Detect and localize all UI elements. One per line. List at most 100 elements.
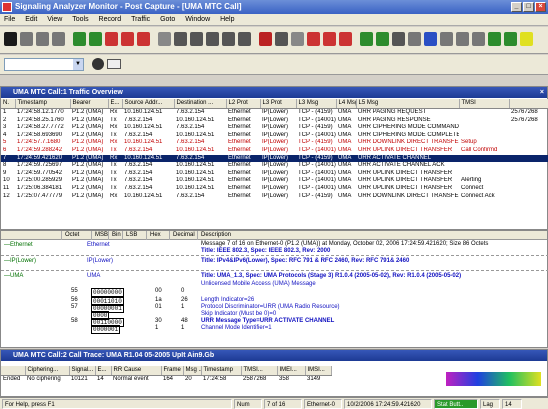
gear-icon[interactable]: [20, 32, 33, 46]
menu-record[interactable]: Record: [95, 14, 126, 26]
col-header[interactable]: Bearer: [70, 99, 109, 109]
help-icon[interactable]: [520, 32, 533, 46]
table-row[interactable]: 6 17:24:59.288242 P1.2 (UMA) Tx 7.63.2.154 10…: [1, 147, 548, 155]
play-icon[interactable]: [488, 32, 501, 46]
col-header[interactable]: L2 Prot: [226, 99, 261, 109]
table-row[interactable]: 7 17:24:59.421620 P1.2 (UMA) Rx 10.160.124.5…: [1, 154, 548, 163]
tab-description[interactable]: Description: [197, 231, 234, 240]
paste-icon[interactable]: [222, 32, 235, 46]
printer-icon[interactable]: [392, 32, 405, 46]
table-row[interactable]: 8 17:24:59.725697 P1.2 (UMA) Tx 7.63.2.154 10…: [1, 162, 548, 170]
col-header[interactable]: E...: [95, 366, 112, 376]
save-icon[interactable]: [174, 32, 187, 46]
bug-icon[interactable]: [472, 32, 485, 46]
col-header[interactable]: Msg ...: [183, 366, 202, 376]
tile-icon[interactable]: [456, 32, 469, 46]
car-icon[interactable]: [121, 32, 134, 46]
windows-icon[interactable]: [424, 32, 437, 46]
copy-icon[interactable]: [206, 32, 219, 46]
col-header[interactable]: Signal...: [69, 366, 96, 376]
status-lag-value: 14: [502, 399, 522, 409]
tree-ip[interactable]: —IP(Lower): [4, 258, 36, 265]
tree-uma[interactable]: —UMA: [4, 273, 23, 280]
field-bits: 0000001: [91, 325, 121, 334]
table-cell: Rx: [110, 139, 118, 146]
col-header[interactable]: L5 Msg: [356, 99, 460, 109]
close-button[interactable]: ×: [535, 2, 546, 12]
car-icon[interactable]: [137, 32, 150, 46]
car-icon[interactable]: [105, 32, 118, 46]
col-header[interactable]: [1, 366, 26, 376]
col-header[interactable]: Frame ...: [161, 366, 184, 376]
col-header[interactable]: IMEI...: [277, 366, 306, 376]
table-cell: Ethernet: [228, 169, 251, 176]
calendar-icon[interactable]: [307, 32, 320, 46]
col-header[interactable]: Source Addr...: [122, 99, 175, 109]
phone-icon[interactable]: [360, 32, 373, 46]
panel-close-icon[interactable]: ×: [540, 87, 544, 98]
camera-icon[interactable]: [107, 59, 121, 69]
cut-icon[interactable]: [190, 32, 203, 46]
col-header[interactable]: L3 Prot: [260, 99, 297, 109]
binoculars-icon[interactable]: [73, 32, 86, 46]
bar-chart-icon[interactable]: [291, 32, 304, 46]
table-row[interactable]: 9 17:24:59.770542 P1.2 (UMA) Tx 7.63.2.154 10…: [1, 170, 548, 178]
chevron-down-icon[interactable]: ▼: [73, 59, 83, 70]
menu-edit[interactable]: Edit: [21, 14, 41, 26]
stop-icon[interactable]: [323, 32, 336, 46]
maximize-button[interactable]: □: [523, 2, 534, 12]
tape-icon[interactable]: [408, 32, 421, 46]
table-cell: Tx: [110, 131, 117, 138]
phone-icon[interactable]: [339, 32, 352, 46]
tab-decimal[interactable]: Decimal: [169, 231, 198, 240]
chart-icon[interactable]: [440, 32, 453, 46]
col-header[interactable]: L4 Msg: [336, 99, 357, 109]
menu-tools[interactable]: Tools: [68, 14, 92, 26]
col-header[interactable]: E...: [108, 99, 123, 109]
network-icon[interactable]: [376, 32, 389, 46]
menu-help[interactable]: Help: [216, 14, 238, 26]
print-icon[interactable]: [275, 32, 288, 46]
col-header[interactable]: RR Cause: [111, 366, 162, 376]
col-header[interactable]: Destination ...: [174, 99, 227, 109]
find-icon[interactable]: [259, 32, 272, 46]
table-row[interactable]: 4 17:24:58.693690 P1.2 (UMA) Tx 7.63.2.154 10…: [1, 132, 548, 140]
filter-combo[interactable]: ▼: [4, 58, 84, 71]
col-header[interactable]: IMSI...: [305, 366, 332, 376]
table-cell: P1.2 (UMA): [72, 109, 104, 115]
tab-hex[interactable]: Hex: [146, 231, 164, 240]
exit-icon[interactable]: [504, 32, 517, 46]
table-row[interactable]: 2 17:24:58.25.1760 P1.2 (UMA) Tx 7.63.2.154 1…: [1, 117, 548, 125]
folder-icon[interactable]: [158, 32, 171, 46]
tab-octet[interactable]: Octet: [61, 231, 82, 240]
menu-file[interactable]: File: [0, 14, 19, 26]
stat-button[interactable]: Stat Butt..: [434, 399, 478, 409]
minimize-button[interactable]: _: [511, 2, 522, 12]
col-header[interactable]: TMSI: [459, 99, 510, 109]
col-header[interactable]: TMSI...: [241, 366, 278, 376]
settings-icon[interactable]: [36, 32, 49, 46]
col-header[interactable]: N.: [1, 99, 16, 109]
col-header[interactable]: Timestamp: [15, 99, 71, 109]
tab-lsb[interactable]: LSB: [122, 231, 140, 240]
table-row[interactable]: Ended No ciphering 10121 14 Normal event 164 2…: [1, 376, 331, 384]
menu-traffic[interactable]: Traffic: [127, 14, 154, 26]
col-header[interactable]: L3 Msg: [296, 99, 337, 109]
record-icon[interactable]: [4, 32, 17, 46]
tree-ethernet[interactable]: —Ethernet: [4, 242, 33, 249]
table-row[interactable]: 5 17:24:57.7.1680 P1.2 (UMA) Rx 10.160.124.5…: [1, 139, 548, 147]
menu-goto[interactable]: Goto: [156, 14, 179, 26]
col-header[interactable]: Ciphering...: [25, 366, 70, 376]
table-row[interactable]: 10 17:25:00.285929 P1.2 (UMA) Tx 7.63.2.154 1…: [1, 177, 548, 185]
table-row[interactable]: 1 17:24:58.12.1770 P1.2 (UMA) Rx 10.160.124.…: [1, 109, 548, 117]
filter-icon[interactable]: [52, 32, 65, 46]
undo-icon[interactable]: [238, 32, 251, 46]
binoculars-icon[interactable]: [92, 58, 104, 70]
table-row[interactable]: 11 17:25:06.384181 P1.2 (UMA) Tx 7.63.2.154 1…: [1, 185, 548, 193]
menu-window[interactable]: Window: [181, 14, 214, 26]
table-row[interactable]: 12 17:25:07.477779 P1.2 (UMA) Rx 10.160.124.…: [1, 193, 548, 201]
camera-icon[interactable]: [89, 32, 102, 46]
col-header[interactable]: Timestamp: [201, 366, 242, 376]
table-row[interactable]: 3 17:24:58.27.7772 P1.2 (UMA) Rx 10.160.124.…: [1, 124, 548, 132]
menu-view[interactable]: View: [43, 14, 66, 26]
